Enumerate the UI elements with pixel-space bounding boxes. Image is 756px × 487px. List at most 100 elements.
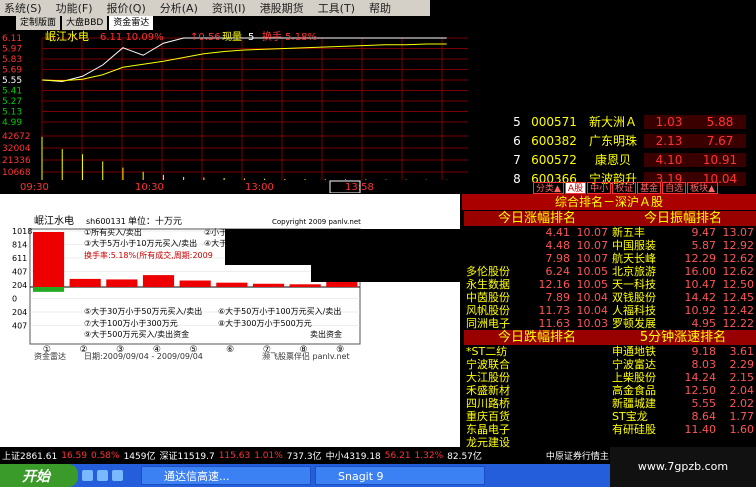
menu-item-3[interactable]: 分析(A): [160, 0, 198, 16]
ranking-cell: 13.07: [722, 226, 755, 239]
cell-rank: 5: [513, 114, 521, 129]
ranking-cell: [532, 410, 570, 423]
ranking-row[interactable]: 上柴股份 14.24 2.15: [610, 371, 756, 384]
menu-item-1[interactable]: 功能(F): [56, 0, 93, 16]
intraday-chart[interactable]: 6.11 5.97 5.83 5.69 5.55 5.41 5.27 5.13 4.99 4267…: [0, 30, 470, 194]
ranking-row[interactable]: 大江股份: [464, 371, 610, 384]
ranking-row[interactable]: 永生数据 12.16 10.05: [464, 278, 610, 291]
legend-item-6: ⑥大于50万小于100万元买入/卖出: [218, 306, 341, 316]
ranking-cell: 12.62: [722, 265, 755, 278]
ranking-row[interactable]: 7.98 10.07: [464, 252, 610, 265]
ranking-row[interactable]: 双钱股份 14.42 12.45: [610, 291, 756, 304]
ranking-title: 综合排名－深沪Ａ股: [462, 194, 756, 210]
ticker-item: 1459亿: [123, 452, 156, 462]
ranking-row[interactable]: 东晶电子: [464, 423, 610, 436]
market-tab-4[interactable]: 基金: [637, 182, 662, 194]
ranking-row[interactable]: 高金食品 12.50 2.04: [610, 384, 756, 397]
buy-bar-7: [252, 283, 285, 287]
buy-bar-5: [179, 280, 211, 287]
legend-item-2: ②小于: [204, 228, 227, 237]
capital-footer-left: 资金雷达: [34, 351, 66, 361]
ranking-cell: [532, 371, 570, 384]
ranking-row[interactable]: 人福科技 10.92 12.42: [610, 304, 756, 317]
ranking-row[interactable]: 天一科技 10.47 12.50: [610, 278, 756, 291]
taskbar-item-snagit[interactable]: Snagit 9: [315, 466, 485, 485]
table-row[interactable]: 7 600572 康恩贝 4.10 10.91: [508, 150, 756, 169]
menu-bar: 系统(S) 功能(F) 报价(Q) 分析(A) 资讯(I) 港股期货 工具(T) 帮助: [0, 0, 430, 16]
table-row[interactable]: 5 000571 新大洲Ａ 1.03 5.88: [508, 112, 756, 131]
ranking-row[interactable]: 4.41 10.07: [464, 226, 610, 239]
ranking-row[interactable]: 风帆股份 11.73 10.04: [464, 304, 610, 317]
ranking-row[interactable]: 宁波富达 8.03 2.29: [610, 358, 756, 371]
volume-tick-label: 42672: [2, 132, 31, 142]
buy-bar-4: [142, 275, 175, 287]
capital-title: 岷江水电: [34, 214, 74, 227]
start-button[interactable]: 开始: [0, 464, 78, 487]
ranking-row[interactable]: 新五丰 9.47 13.07: [610, 226, 756, 239]
market-tab-3[interactable]: 权证: [612, 182, 637, 194]
ranking-cell: 中国服装: [612, 239, 656, 252]
ticker-item: 737.3亿: [286, 452, 322, 462]
ranking-row[interactable]: 同洲电子 11.63 10.03: [464, 317, 610, 330]
menu-item-2[interactable]: 报价(Q): [107, 0, 146, 16]
desktop-icon[interactable]: [97, 470, 108, 481]
ranking-row[interactable]: 罗顿发展 4.95 12.22: [610, 317, 756, 330]
menu-item-7[interactable]: 帮助: [369, 0, 391, 16]
ticker-item: 中小4319.18: [325, 452, 381, 462]
amplitude-title: 今日振幅排名: [610, 211, 756, 226]
ranking-row[interactable]: 有研硅股 11.40 1.60: [610, 423, 756, 436]
ranking-cell: [570, 358, 608, 371]
cell-rank: 8: [513, 171, 521, 186]
ranking-row[interactable]: 航天长峰 12.29 12.62: [610, 252, 756, 265]
menu-item-6[interactable]: 工具(T): [318, 0, 355, 16]
ranking-cell: [570, 423, 608, 436]
ranking-row[interactable]: 宁波联合: [464, 358, 610, 371]
volume-tick-label: 32004: [2, 144, 31, 154]
ranking-row[interactable]: 多伦股份 6.24 10.05: [464, 265, 610, 278]
ranking-cell: 10.04: [576, 304, 609, 317]
market-tab-5[interactable]: 自选: [662, 182, 687, 194]
menu-item-4[interactable]: 资讯(I): [212, 0, 246, 16]
ranking-cell: 4.41: [545, 226, 571, 239]
menu-item-0[interactable]: 系统(S): [4, 0, 42, 16]
cell-code: 600382: [531, 133, 577, 148]
legend-item-1: ①所有买入/卖出: [84, 227, 142, 237]
ranking-row[interactable]: 重庆百货: [464, 410, 610, 423]
cell-rank: 6: [513, 133, 521, 148]
ranking-cell: 双钱股份: [612, 291, 656, 304]
ranking-cell: 4.48: [545, 239, 571, 252]
ranking-row[interactable]: ST宝龙 8.64 1.77: [610, 410, 756, 423]
ranking-row[interactable]: 北京旅游 16.00 12.62: [610, 265, 756, 278]
tab-custom-layout[interactable]: 定制版面: [16, 16, 61, 30]
ticker-item: 1.32%: [414, 450, 444, 461]
ranking-cell: [532, 345, 570, 358]
table-row[interactable]: 6 600382 广东明珠 2.13 7.67: [508, 131, 756, 150]
ranking-row[interactable]: 4.48 10.07: [464, 239, 610, 252]
ranking-row[interactable]: 申通地铁 9.18 3.61: [610, 345, 756, 358]
menu-item-5[interactable]: 港股期货: [260, 0, 304, 16]
ranking-row[interactable]: 中茵股份 7.89 10.04: [464, 291, 610, 304]
market-tab-2[interactable]: 中小: [587, 182, 612, 194]
ie-icon[interactable]: [82, 470, 93, 481]
market-tab-0[interactable]: 分类▲: [533, 182, 564, 194]
ranking-cell: 12.50: [722, 278, 755, 291]
market-tab-6[interactable]: 板块▲: [687, 182, 719, 194]
taskbar-item-tdx[interactable]: 通达信高速...: [141, 466, 311, 485]
media-icon[interactable]: [112, 470, 123, 481]
market-tab-1[interactable]: A股: [564, 182, 587, 194]
tab-capital-radar[interactable]: 资金雷达: [109, 16, 154, 30]
ranking-row[interactable]: *ST二纺: [464, 345, 610, 358]
ranking-cell: 天一科技: [612, 278, 656, 291]
tab-bbd[interactable]: 大盘BBD: [62, 16, 108, 30]
ranking-cell: 中茵股份: [466, 291, 510, 304]
ranking-row[interactable]: 禾盛新材: [464, 384, 610, 397]
ranking-row[interactable]: 新疆城建 5.55 2.02: [610, 397, 756, 410]
ranking-cell: 10.07: [576, 239, 609, 252]
ranking-cell: 12.62: [722, 252, 755, 265]
cell-name: 广东明珠: [588, 134, 637, 148]
sell-capital-label: 卖出资金: [310, 329, 342, 339]
ranking-row[interactable]: 中国服装 5.87 12.92: [610, 239, 756, 252]
price-tick-label: 5.83: [2, 55, 22, 65]
site-watermark: www.7gpzb.com: [610, 447, 756, 487]
ranking-row[interactable]: 四川路桥: [464, 397, 610, 410]
